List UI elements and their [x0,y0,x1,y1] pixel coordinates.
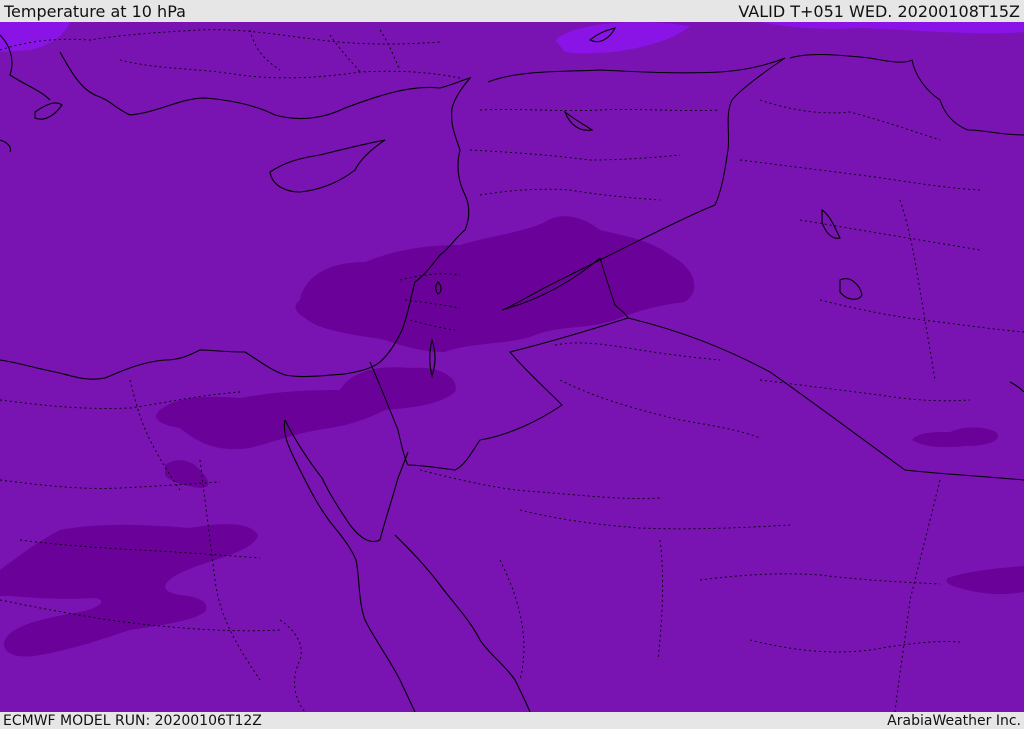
map-title: Temperature at 10 hPa [4,1,186,21]
footer-bar: ECMWF MODEL RUN: 20200106T12Z ArabiaWeat… [0,712,1024,729]
model-run: ECMWF MODEL RUN: 20200106T12Z [3,712,262,729]
header-bar: Temperature at 10 hPa VALID T+051 WED. 2… [0,0,1024,22]
temperature-map[interactable] [0,22,1024,712]
valid-time: VALID T+051 WED. 20200108T15Z [738,1,1020,21]
credit: ArabiaWeather Inc. [887,712,1021,729]
map-area[interactable] [0,22,1024,712]
